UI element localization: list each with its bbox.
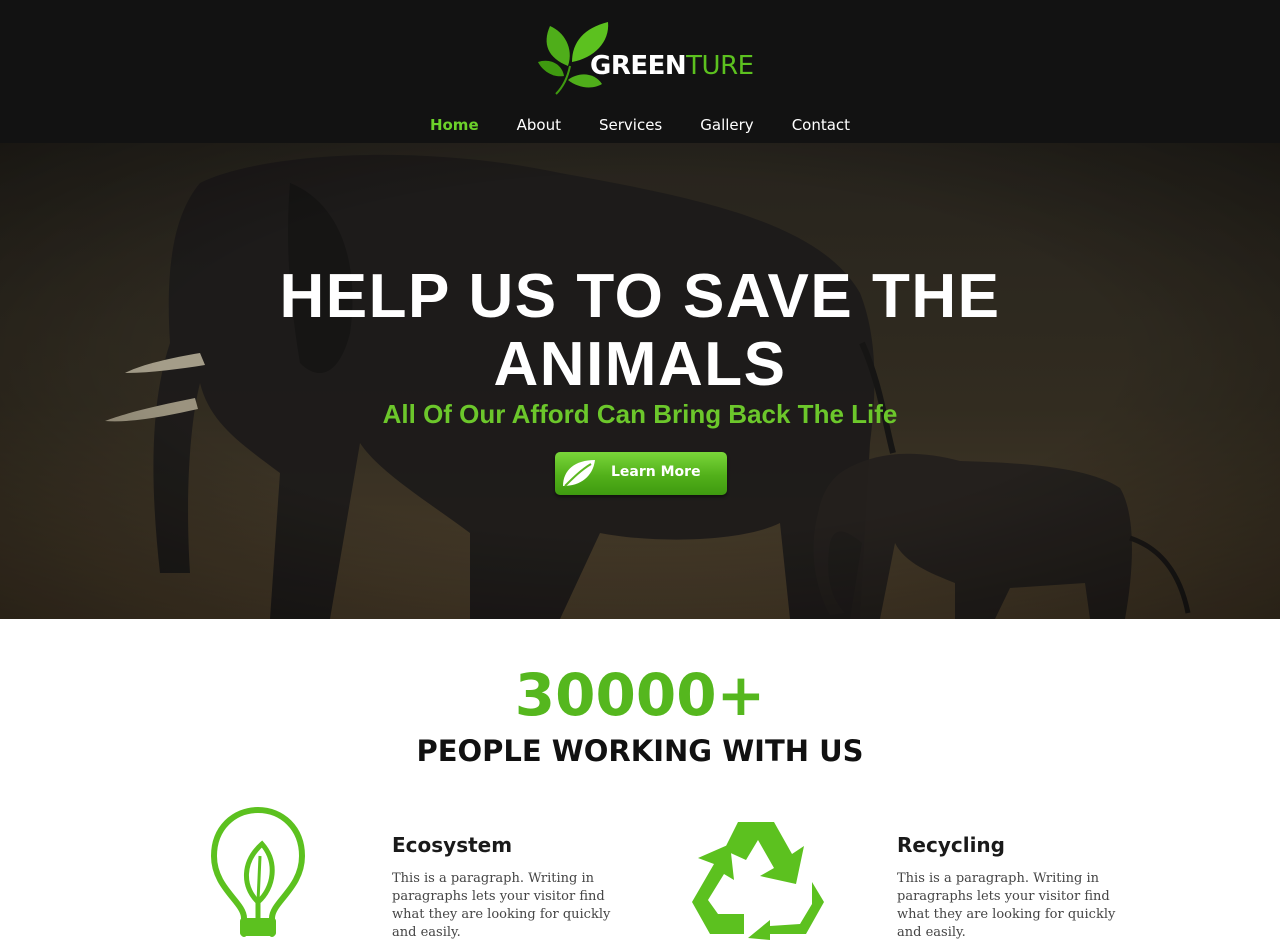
brand-logo[interactable]: GREENTURE <box>538 18 758 98</box>
learn-more-label: Learn More <box>611 464 701 480</box>
nav-item-services[interactable]: Services <box>580 112 681 138</box>
brand-name-part2: TURE <box>686 51 754 81</box>
nav-item-home[interactable]: Home <box>411 112 498 138</box>
feature-text-ecosystem: This is a paragraph. Writing in paragrap… <box>392 871 611 940</box>
hero-section: HELP US TO SAVE THE ANIMALS All Of Our A… <box>0 143 1280 619</box>
learn-more-button[interactable]: Learn More <box>555 452 727 495</box>
nav-item-contact[interactable]: Contact <box>773 112 869 138</box>
stat-label: PEOPLE WORKING WITH US <box>416 734 864 768</box>
recycle-icon <box>692 822 824 940</box>
hero-subtitle: All Of Our Afford Can Bring Back The Lif… <box>382 399 898 429</box>
feature-title-ecosystem: Ecosystem <box>392 833 513 857</box>
stat-number: 30000+ <box>514 661 766 729</box>
brand-name-part1: GREEN <box>590 51 687 81</box>
main-nav: Home About Services Gallery Contact <box>0 112 1280 138</box>
feature-title-recycling: Recycling <box>897 833 1005 857</box>
feature-text-recycling: This is a paragraph. Writing in paragrap… <box>897 871 1116 940</box>
site-header: GREENTURE Home About Services Gallery Co… <box>0 0 1280 143</box>
hero-title: HELP US TO SAVE THE ANIMALS <box>279 262 1001 399</box>
brand-name: GREENTURE <box>590 51 754 81</box>
nav-item-about[interactable]: About <box>498 112 580 138</box>
leaf-icon <box>563 460 595 487</box>
lightbulb-leaf-icon <box>210 806 306 937</box>
nav-item-gallery[interactable]: Gallery <box>681 112 772 138</box>
